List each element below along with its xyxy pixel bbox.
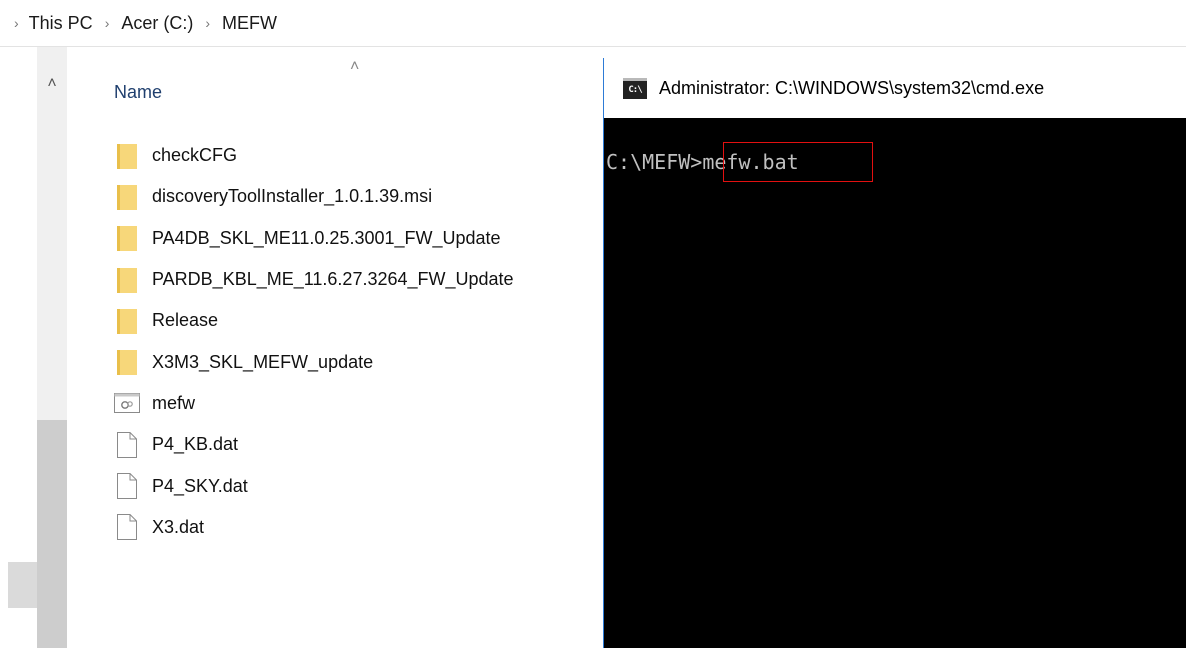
folder-icon [112, 349, 142, 376]
folder-icon [112, 225, 142, 252]
file-name: PARDB_KBL_ME_11.6.27.3264_FW_Update [152, 269, 514, 290]
file-name: P4_SKY.dat [152, 475, 248, 496]
folder-icon [112, 184, 142, 210]
file-name: checkCFG [152, 145, 238, 166]
list-item[interactable]: P4_SKY.dat [112, 465, 514, 506]
folder-icon [112, 308, 142, 334]
file-name: X3.dat [152, 516, 205, 537]
file-name: mefw [152, 392, 196, 413]
list-item[interactable]: P4_KB.dat [112, 424, 514, 465]
file-name: P4_KB.dat [152, 434, 239, 455]
column-header-name[interactable]: Name [114, 82, 162, 103]
cmd-window[interactable]: C:\ Administrator: C:\WINDOWS\system32\c… [603, 58, 1186, 648]
nav-selected-item[interactable] [8, 562, 37, 608]
document-icon [112, 473, 142, 500]
document-icon [112, 431, 142, 458]
file-name: PA4DB_SKL_ME11.0.25.3001_FW_Update [152, 227, 501, 248]
file-name: X3M3_SKL_MEFW_update [152, 351, 374, 372]
file-name: Release [152, 310, 219, 331]
list-item[interactable]: mefw [112, 383, 514, 424]
list-item[interactable]: PA4DB_SKL_ME11.0.25.3001_FW_Update [112, 218, 514, 259]
sort-ascending-icon: ˄ [350, 58, 360, 75]
chevron-right-icon[interactable]: › [205, 15, 210, 31]
document-icon [112, 514, 142, 541]
command-highlight-box [723, 142, 873, 182]
breadcrumb-this-pc[interactable]: This PC [29, 13, 93, 34]
chevron-right-icon[interactable]: › [105, 15, 110, 31]
file-name: discoveryToolInstaller_1.0.1.39.msi [152, 186, 433, 207]
folder-icon [112, 143, 142, 169]
list-item[interactable]: Release [112, 300, 514, 341]
batch-file-gear-icon [112, 390, 142, 416]
breadcrumb: › This PC › Acer (C:) › MEFW [0, 0, 1186, 47]
scroll-up-icon[interactable]: ˄ [37, 72, 67, 96]
cmd-console[interactable]: C:\MEFW>mefw.bat [604, 118, 1186, 648]
nav-scrollbar-thumb[interactable] [37, 420, 67, 648]
list-item[interactable]: X3.dat [112, 507, 514, 548]
cmd-titlebar[interactable]: C:\ Administrator: C:\WINDOWS\system32\c… [604, 58, 1186, 118]
breadcrumb-drive[interactable]: Acer (C:) [121, 13, 193, 34]
file-list: checkCFG discoveryToolInstaller_1.0.1.39… [112, 135, 514, 548]
list-item[interactable]: PARDB_KBL_ME_11.6.27.3264_FW_Update [112, 259, 514, 300]
cmd-title: Administrator: C:\WINDOWS\system32\cmd.e… [659, 77, 1045, 98]
chevron-right-icon[interactable]: › [14, 15, 19, 31]
cmd-prompt: C:\MEFW> [606, 150, 703, 174]
cmd-icon[interactable]: C:\ [623, 77, 647, 99]
list-item[interactable]: checkCFG [112, 135, 514, 176]
folder-icon [112, 267, 142, 293]
breadcrumb-folder[interactable]: MEFW [222, 13, 277, 34]
list-item[interactable]: discoveryToolInstaller_1.0.1.39.msi [112, 176, 514, 217]
list-item[interactable]: X3M3_SKL_MEFW_update [112, 341, 514, 382]
